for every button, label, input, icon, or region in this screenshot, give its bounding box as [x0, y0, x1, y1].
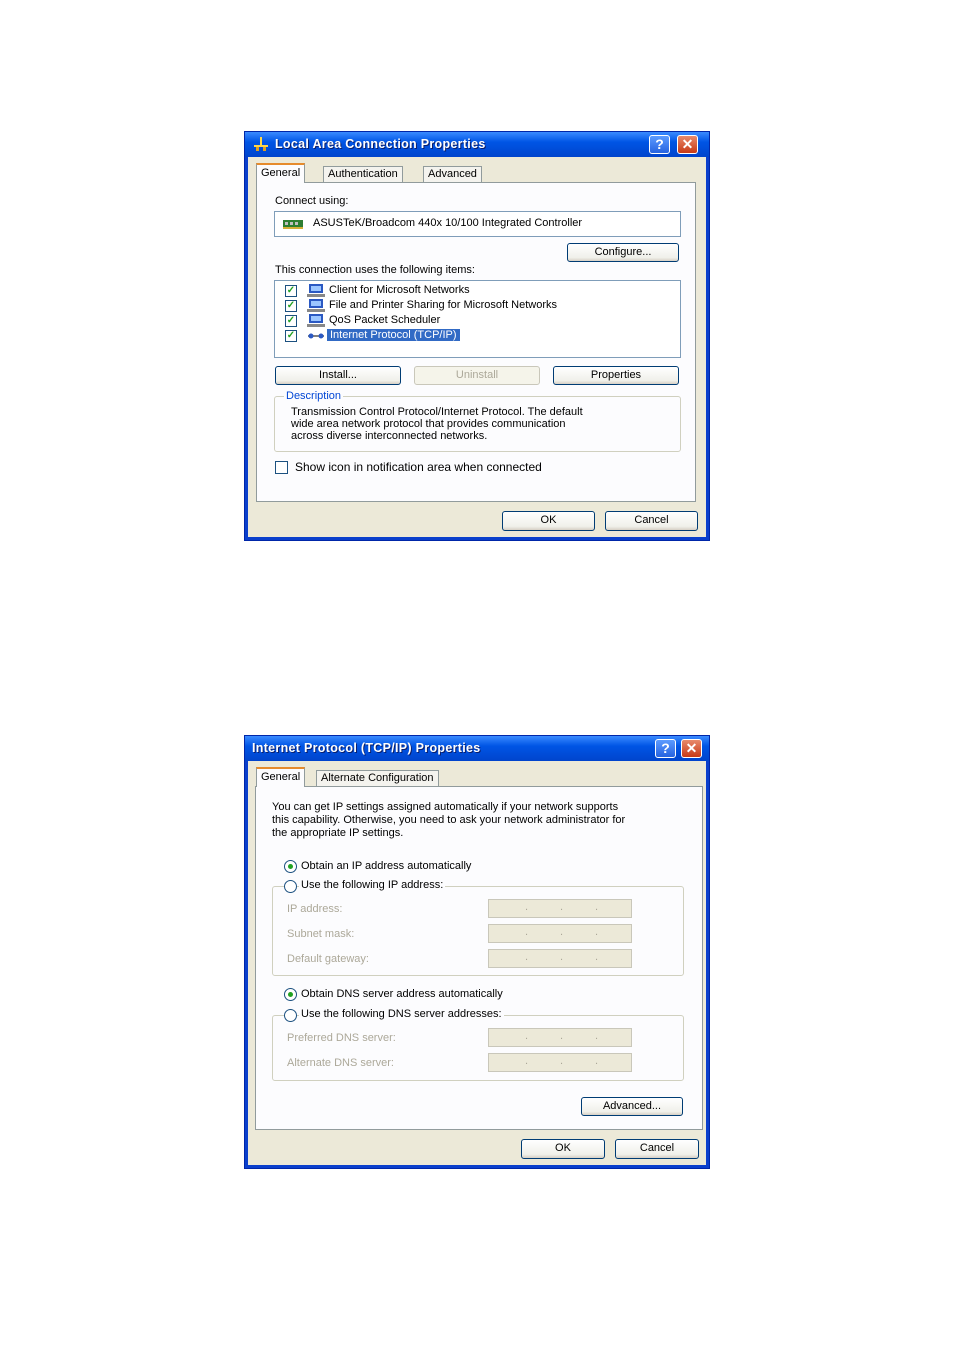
alternate-dns-label: Alternate DNS server: [287, 1057, 394, 1069]
item-checkbox[interactable]: ✓ [285, 315, 297, 327]
dialog-title: Internet Protocol (TCP/IP) Properties [252, 741, 481, 755]
help-button[interactable]: ? [649, 135, 670, 154]
dialog-title: Local Area Connection Properties [275, 137, 486, 151]
protocol-icon [307, 330, 325, 345]
obtain-dns-label[interactable]: Obtain DNS server address automatically [301, 988, 503, 1000]
tab-general[interactable]: General [256, 163, 306, 183]
use-dns-radio[interactable] [284, 1009, 297, 1022]
description-title: Description [284, 390, 344, 402]
description-line: wide area network protocol that provides… [291, 418, 566, 430]
help-button[interactable]: ? [655, 739, 676, 758]
show-icon-label[interactable]: Show icon in notification area when conn… [295, 460, 542, 474]
item-label: File and Printer Sharing for Microsoft N… [329, 299, 558, 311]
tab-advanced[interactable]: Advanced [423, 166, 482, 182]
use-dns-label[interactable]: Use the following DNS server addresses: [299, 1008, 504, 1020]
properties-button[interactable]: Properties [553, 366, 679, 385]
item-checkbox[interactable]: ✓ [285, 330, 297, 342]
close-button[interactable]: ✕ [681, 739, 702, 758]
list-item[interactable]: ✓ File and Printer Sharing for Microsoft… [275, 299, 675, 314]
tab-authentication[interactable]: Authentication [323, 166, 403, 182]
network-adapter-icon [283, 219, 303, 232]
advanced-button[interactable]: Advanced... [581, 1097, 683, 1116]
obtain-dns-radio[interactable] [284, 988, 297, 1001]
adapter-field: ASUSTeK/Broadcom 440x 10/100 Integrated … [274, 211, 681, 237]
connect-using-label: Connect using: [275, 195, 349, 207]
list-item[interactable]: ✓ QoS Packet Scheduler [275, 314, 675, 329]
show-icon-checkbox[interactable] [275, 461, 288, 474]
tcpip-properties-dialog: Internet Protocol (TCP/IP) Properties ? … [244, 735, 710, 1169]
lan-properties-dialog: Local Area Connection Properties ? ✕ Gen… [244, 131, 710, 541]
description-line: across diverse interconnected networks. [291, 430, 488, 442]
uninstall-button[interactable]: Uninstall [414, 366, 540, 385]
tab-alternate-configuration[interactable]: Alternate Configuration [316, 770, 439, 786]
tab-general[interactable]: General [256, 767, 306, 787]
intro-line: You can get IP settings assigned automat… [272, 801, 619, 813]
cancel-button[interactable]: Cancel [615, 1139, 699, 1159]
subnet-mask-label: Subnet mask: [287, 928, 355, 940]
item-label: QoS Packet Scheduler [329, 314, 441, 326]
item-label: Client for Microsoft Networks [329, 284, 470, 296]
components-list[interactable]: ✓ Client for Microsoft Networks ✓ File a… [274, 280, 681, 358]
obtain-ip-radio[interactable] [284, 860, 297, 873]
ok-button[interactable]: OK [502, 511, 595, 531]
obtain-ip-label[interactable]: Obtain an IP address automatically [301, 860, 471, 872]
default-gateway-input[interactable]: ... [488, 949, 632, 968]
close-button[interactable]: ✕ [677, 135, 698, 154]
list-item[interactable]: ✓ Internet Protocol (TCP/IP) [275, 328, 675, 345]
items-label: This connection uses the following items… [275, 264, 475, 276]
default-gateway-label: Default gateway: [287, 953, 369, 965]
configure-button[interactable]: Configure... [567, 243, 679, 262]
preferred-dns-input[interactable]: ... [488, 1028, 632, 1047]
title-bar[interactable]: Local Area Connection Properties ? ✕ [245, 132, 709, 157]
item-label-selected: Internet Protocol (TCP/IP) [326, 328, 461, 342]
general-tab-panel: Connect using: ASUSTeK/Broadcom 440x 10/… [256, 182, 696, 502]
ok-button[interactable]: OK [521, 1139, 605, 1159]
description-line: Transmission Control Protocol/Internet P… [291, 406, 583, 418]
general-tab-panel: You can get IP settings assigned automat… [255, 786, 703, 1130]
dialog-body: General Alternate Configuration You can … [248, 761, 706, 1165]
ip-address-input[interactable]: ... [488, 899, 632, 918]
use-ip-label[interactable]: Use the following IP address: [299, 879, 446, 891]
use-ip-radio[interactable] [284, 880, 297, 893]
preferred-dns-label: Preferred DNS server: [287, 1032, 396, 1044]
intro-line: this capability. Otherwise, you need to … [272, 814, 626, 826]
network-connection-icon [253, 137, 269, 154]
install-button[interactable]: Install... [275, 366, 401, 385]
dialog-body: General Authentication Advanced Connect … [248, 157, 706, 537]
subnet-mask-input[interactable]: ... [488, 924, 632, 943]
title-bar[interactable]: Internet Protocol (TCP/IP) Properties ? … [245, 736, 709, 761]
item-checkbox[interactable]: ✓ [285, 300, 297, 312]
alternate-dns-input[interactable]: ... [488, 1053, 632, 1072]
cancel-button[interactable]: Cancel [605, 511, 698, 531]
adapter-name: ASUSTeK/Broadcom 440x 10/100 Integrated … [313, 217, 583, 229]
item-checkbox[interactable]: ✓ [285, 285, 297, 297]
list-item[interactable]: ✓ Client for Microsoft Networks [275, 284, 675, 299]
ip-address-label: IP address: [287, 903, 343, 915]
intro-line: the appropriate IP settings. [272, 827, 404, 839]
